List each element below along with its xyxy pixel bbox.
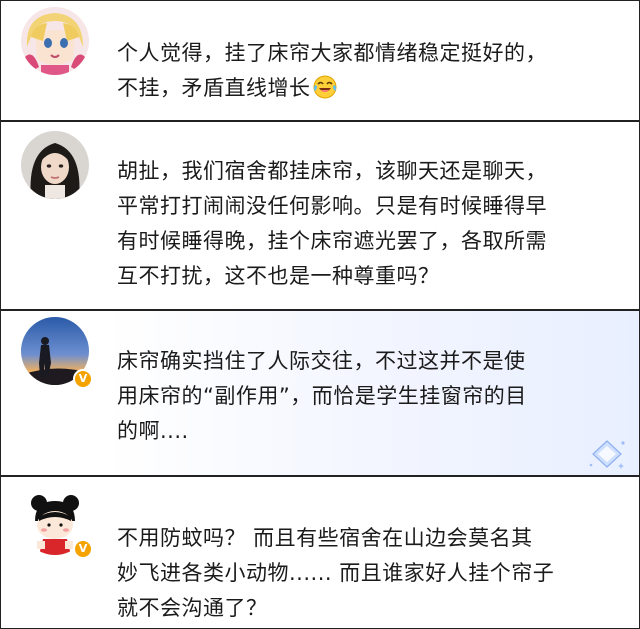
laughing-crying-emoji-icon [313, 75, 336, 99]
avatar[interactable] [21, 7, 89, 75]
comment-line: 平常打打闹闹没任何影响。只是有时候睡得早 [117, 194, 547, 218]
comment-line-text: 不挂，矛盾直线增长 [117, 76, 311, 100]
comment-item[interactable]: V 不用防蚊吗？ 而且有些宿舍在山边会莫名其 妙飞进各类小动物...... 而且… [0, 476, 640, 629]
comment-item[interactable]: 个人觉得，挂了床帘大家都情绪稳定挺好的， 不挂，矛盾直线增长 [0, 0, 640, 121]
comment-line: 互不打扰，这不也是一种尊重吗？ [117, 264, 440, 288]
comment-line: 用床帘的“副作用”，而恰是学生挂窗帘的目 [117, 384, 527, 408]
comment-text: 床帘确实挡住了人际交往，不过这并不是使 用床帘的“副作用”，而恰是学生挂窗帘的目… [117, 344, 617, 449]
verified-badge-label: V [78, 542, 88, 555]
comment-line: 的啊.... [117, 419, 189, 443]
comment-line: 床帘确实挡住了人际交往，不过这并不是使 [117, 349, 526, 373]
comment-text: 不用防蚊吗？ 而且有些宿舍在山边会莫名其 妙飞进各类小动物...... 而且谁家… [117, 521, 617, 626]
comment-text: 个人觉得，挂了床帘大家都情绪稳定挺好的， 不挂，矛盾直线增长 [117, 36, 617, 106]
woman-photo-avatar [21, 131, 89, 199]
anime-blonde-girl-avatar [21, 7, 89, 75]
comment-text: 胡扯，我们宿舍都挂床帘，该聊天还是聊天， 平常打打闹闹没任何影响。只是有时候睡得… [117, 154, 617, 294]
comment-item-highlighted[interactable]: V 床帘确实挡住了人际交往，不过这并不是使 用床帘的“副作用”，而恰是学生挂窗帘… [0, 310, 640, 476]
comment-line: 不挂，矛盾直线增长 [117, 71, 617, 106]
comment-line: 个人觉得，挂了床帘大家都情绪稳定挺好的， [117, 41, 547, 65]
avatar[interactable] [21, 131, 89, 199]
comment-line: 妙飞进各类小动物...... 而且谁家好人挂个帘子 [117, 561, 555, 585]
comment-line: 不用防蚊吗？ 而且有些宿舍在山边会莫名其 [117, 526, 533, 550]
comment-feed: 个人觉得，挂了床帘大家都情绪稳定挺好的， 不挂，矛盾直线增长 胡扯，我们宿舍都挂… [0, 0, 640, 629]
diamond-sparkle-icon [589, 440, 625, 469]
comment-line: 有时候睡得晚，挂个床帘遮光罢了，各取所需 [117, 229, 547, 253]
verified-badge-label: V [78, 372, 88, 385]
verified-badge: V [73, 539, 93, 559]
comment-item[interactable]: 胡扯，我们宿舍都挂床帘，该聊天还是聊天， 平常打打闹闹没任何影响。只是有时候睡得… [0, 121, 640, 310]
verified-badge: V [73, 369, 93, 389]
comment-line: 胡扯，我们宿舍都挂床帘，该聊天还是聊天， [117, 159, 547, 183]
comment-line: 就不会沟通了？ [117, 596, 268, 620]
